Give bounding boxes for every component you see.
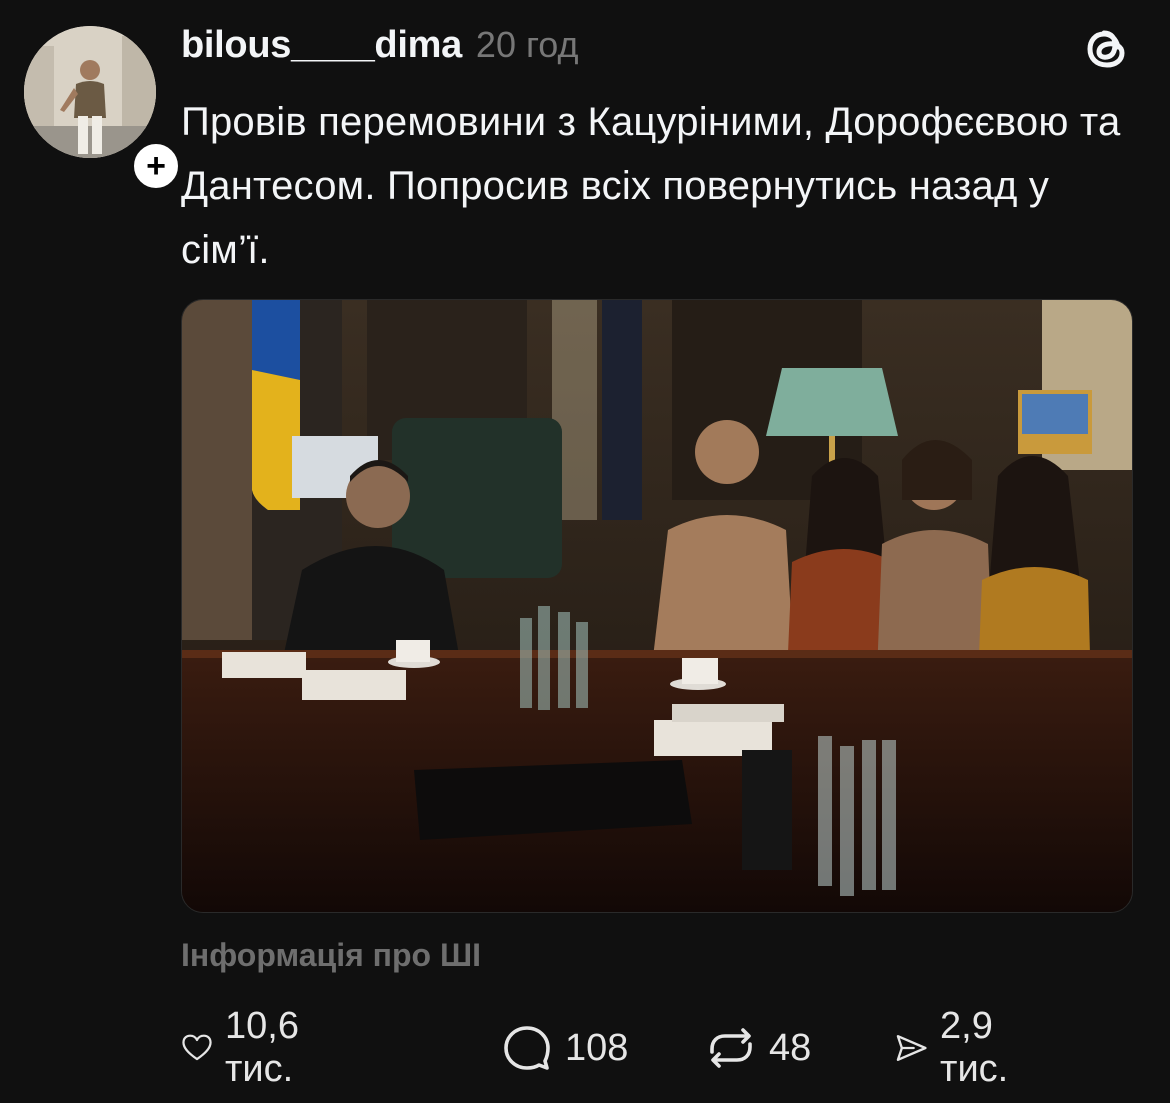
meeting-photo: [182, 300, 1132, 912]
timestamp: 20 год: [475, 24, 579, 65]
author-avatar-container[interactable]: +: [24, 26, 184, 194]
ai-info-link[interactable]: Інформація про ШІ: [181, 937, 481, 974]
follow-button[interactable]: +: [128, 138, 184, 194]
like-button[interactable]: 10,6 тис.: [181, 1005, 319, 1090]
post-image[interactable]: [181, 299, 1133, 913]
post-caption: Провів перемовини з Кацуріними, Дорофєєв…: [181, 100, 1121, 272]
send-icon: [896, 1035, 927, 1061]
avatar-photo: [24, 26, 156, 158]
like-count: 10,6 тис.: [225, 1005, 299, 1090]
repost-arrows-icon: [710, 1028, 752, 1068]
plus-icon: +: [146, 147, 166, 185]
share-button[interactable]: 2,9 тис.: [894, 1005, 1026, 1090]
username[interactable]: bilous____dima: [181, 24, 462, 67]
repost-button[interactable]: 48: [705, 1018, 811, 1078]
threads-logo-icon[interactable]: [1080, 22, 1134, 76]
avatar[interactable]: [24, 26, 156, 158]
reply-count: 108: [565, 1026, 629, 1069]
post-header: bilous____dima 20 год: [181, 24, 579, 68]
threads-post: + bilous____dima 20 год Провів перемовин…: [0, 0, 1170, 1103]
reply-button[interactable]: 108: [501, 1018, 628, 1078]
heart-icon: [182, 1034, 212, 1061]
repost-count: 48: [769, 1026, 812, 1069]
comment-bubble-icon: [504, 1026, 550, 1070]
share-count: 2,9 тис.: [940, 1005, 1009, 1090]
